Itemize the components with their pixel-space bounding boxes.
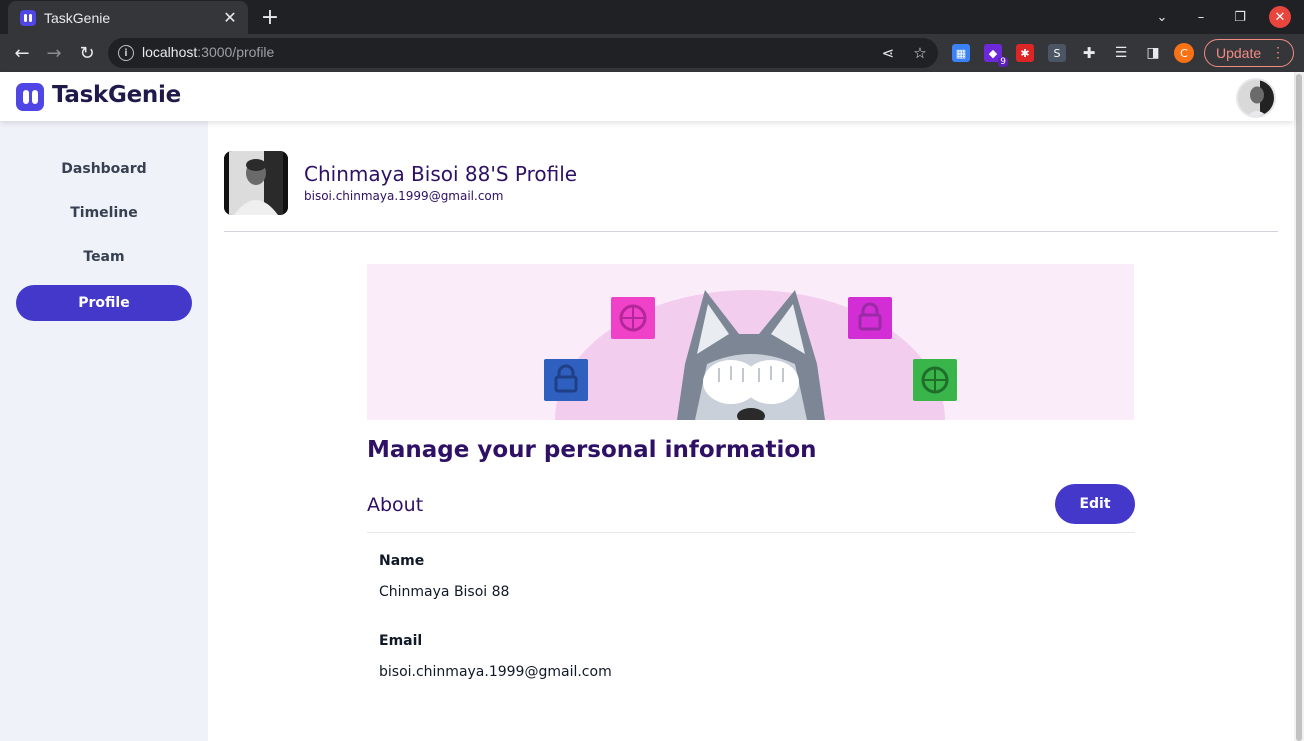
sidebar-item-timeline[interactable]: Timeline [16, 195, 192, 231]
profile-main: Chinmaya Bisoi 88'S Profile bisoi.chinma… [208, 121, 1294, 741]
email-value: bisoi.chinmaya.1999@gmail.com [379, 664, 612, 680]
reload-icon[interactable]: ↻ [75, 41, 99, 65]
sidebar-item-profile[interactable]: Profile [16, 285, 192, 321]
about-divider [367, 532, 1135, 533]
close-tab-icon[interactable]: ✕ [220, 8, 240, 28]
brand-name[interactable]: TaskGenie [52, 82, 181, 108]
section-heading: Manage your personal information [367, 437, 817, 463]
sidebar: Dashboard Timeline Team Profile [0, 121, 208, 741]
browser-toolbar: ← → ↻ i localhost:3000/profile ⋖ ☆ ▦ ◆ 9 … [0, 34, 1304, 72]
privacy-banner-illustration [367, 264, 1134, 420]
name-value: Chinmaya Bisoi 88 [379, 584, 510, 600]
reading-list-icon[interactable]: ☰ [1112, 44, 1130, 62]
site-info-icon[interactable]: i [118, 45, 134, 61]
browser-profile-avatar[interactable]: C [1174, 43, 1194, 63]
sidebar-item-dashboard[interactable]: Dashboard [16, 151, 192, 187]
restore-icon[interactable]: ❐ [1229, 6, 1251, 28]
address-bar[interactable]: i localhost:3000/profile ⋖ ☆ [108, 38, 938, 68]
app-header: TaskGenie [0, 72, 1294, 121]
edit-button[interactable]: Edit [1055, 484, 1135, 524]
update-button[interactable]: Update ⋮ [1204, 39, 1294, 67]
forward-icon[interactable]: → [42, 41, 66, 65]
extensions-puzzle-icon[interactable]: ✚ [1080, 44, 1098, 62]
close-window-icon[interactable]: ✕ [1269, 6, 1291, 28]
user-avatar[interactable] [1236, 78, 1276, 118]
extension-red-icon[interactable]: ✱ [1016, 44, 1034, 62]
name-label: Name [379, 553, 425, 569]
taskgenie-logo-icon[interactable] [16, 83, 44, 111]
bookmark-star-icon[interactable]: ☆ [910, 43, 930, 63]
email-label: Email [379, 633, 423, 649]
app-viewport: TaskGenie Dashboard Timeline Team Profil… [0, 72, 1294, 741]
back-icon[interactable]: ← [10, 41, 34, 65]
taskgenie-favicon-icon [20, 9, 36, 26]
minimize-icon[interactable]: – [1190, 6, 1212, 28]
profile-email: bisoi.chinmaya.1999@gmail.com [304, 189, 504, 203]
share-icon[interactable]: ⋖ [878, 43, 898, 63]
update-label: Update [1216, 45, 1262, 61]
side-panel-icon[interactable]: ◨ [1144, 44, 1162, 62]
header-divider [224, 231, 1278, 232]
scrollbar-thumb[interactable] [1296, 74, 1302, 741]
tab-title: TaskGenie [44, 9, 111, 26]
browser-tab-bar: TaskGenie ✕ + ⌄ – ❐ ✕ [0, 0, 1304, 34]
about-title: About [367, 494, 424, 516]
tab-search-icon[interactable]: ⌄ [1151, 6, 1173, 28]
url-text: localhost:3000/profile [142, 44, 275, 60]
new-tab-icon[interactable]: + [258, 5, 282, 30]
browser-tab[interactable]: TaskGenie ✕ [8, 1, 248, 34]
profile-title: Chinmaya Bisoi 88'S Profile [304, 162, 578, 186]
profile-photo [224, 151, 288, 215]
extension-calendar-icon[interactable]: ▦ [952, 44, 970, 62]
extension-s-icon[interactable]: S [1048, 44, 1066, 62]
extension-purple-icon[interactable]: ◆ 9 [984, 44, 1008, 67]
more-menu-icon: ⋮ [1271, 44, 1285, 60]
sidebar-item-team[interactable]: Team [16, 239, 192, 275]
